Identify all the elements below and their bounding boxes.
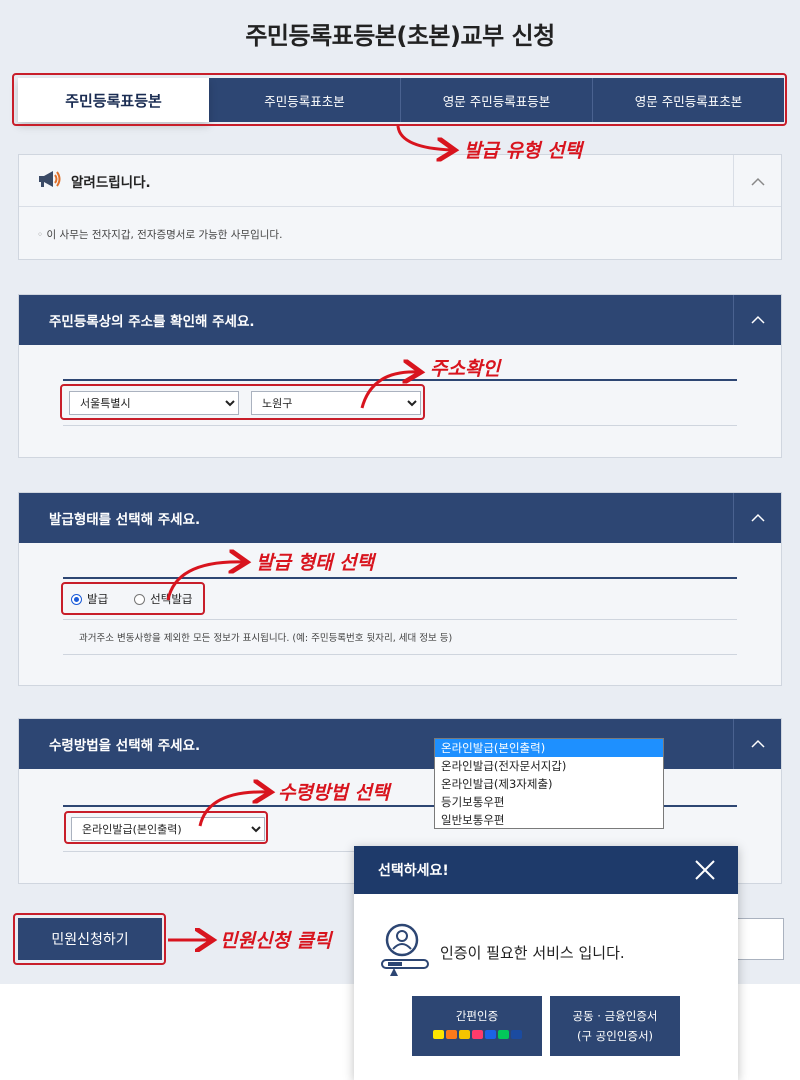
issue-type-radio-group: 발급 선택발급 [63, 579, 737, 619]
dropdown-option[interactable]: 온라인발급(제3자제출) [435, 775, 663, 793]
apply-button[interactable]: 민원신청하기 [18, 918, 162, 960]
certificate-label-line1: 공동 · 금융인증서 [572, 1009, 658, 1023]
dropdown-option[interactable]: 일반보통우편 [435, 811, 663, 829]
annotation-address-check: 주소확인 [430, 358, 500, 380]
annotation-apply-click: 민원신청 클릭 [220, 930, 332, 952]
certificate-label-line2: (구 공인인증서) [576, 1029, 654, 1043]
notice-header: 알려드립니다. [19, 155, 781, 207]
address-section: 주민등록상의 주소를 확인해 주세요. 서울특별시 노원구 [18, 294, 782, 458]
naver-icon [497, 1030, 509, 1039]
issue-type-tabs: 주민등록표등본 주민등록표초본 영문 주민등록표등본 영문 주민등록표초본 [18, 78, 784, 122]
notice-panel: 알려드립니다. ◦ 이 사무는 전자지갑, 전자증명서로 가능한 사무입니다. [18, 154, 782, 260]
certificate-auth-button[interactable]: 공동 · 금융인증서 (구 공인인증서) [550, 996, 680, 1056]
radio-checked-icon [71, 593, 82, 605]
auth-provider-icons [412, 1030, 542, 1039]
receive-method-select[interactable]: 온라인발급(본인출력) [71, 817, 265, 841]
tab-english-resident-copy[interactable]: 영문 주민등록표등본 [401, 78, 593, 122]
page-title: 주민등록표등본(초본)교부 신청 [245, 22, 555, 50]
certificate-user-icon [380, 922, 432, 986]
samsung-pass-icon [484, 1030, 496, 1039]
notice-collapse-button[interactable] [733, 155, 781, 206]
issue-type-section-title: 발급형태를 선택해 주세요. [49, 512, 201, 528]
modal-header: 선택하세요! [354, 846, 738, 894]
simple-auth-button[interactable]: 간편인증 [412, 996, 542, 1056]
close-icon[interactable] [694, 859, 716, 881]
city-select[interactable]: 서울특별시 [69, 391, 239, 415]
dropdown-option[interactable]: 온라인발급(본인출력) [435, 739, 663, 757]
annotation-issue-type: 발급 형태 선택 [256, 552, 375, 574]
issue-type-section: 발급형태를 선택해 주세요. 발급 선택발급 과거주소 변동사항을 제외한 모든… [18, 492, 782, 686]
dropdown-option[interactable]: 온라인발급(전자문서지갑) [435, 757, 663, 775]
radio-unchecked-icon [134, 593, 146, 605]
address-section-header: 주민등록상의 주소를 확인해 주세요. [19, 295, 781, 345]
receive-section-title: 수령방법을 선택해 주세요. [49, 738, 201, 754]
issue-type-section-header: 발급형태를 선택해 주세요. [19, 493, 781, 543]
payco-icon [471, 1030, 483, 1039]
modal-title: 선택하세요! [378, 863, 449, 879]
annotation-tab-select: 발급 유형 선택 [464, 140, 583, 162]
receive-method-dropdown-list: 온라인발급(본인출력) 온라인발급(전자문서지갑) 온라인발급(제3자제출) 등… [434, 738, 664, 829]
radio-selective-issue[interactable]: 선택발급 [134, 591, 193, 607]
tab-english-resident-abstract[interactable]: 영문 주민등록표초본 [593, 78, 784, 122]
annotation-receive-method: 수령방법 선택 [278, 782, 390, 804]
divider [63, 425, 737, 426]
tab-resident-abstract[interactable]: 주민등록표초본 [209, 78, 401, 122]
bullet-icon: ◦ [37, 229, 47, 241]
address-section-title: 주민등록상의 주소를 확인해 주세요. [49, 314, 255, 330]
pass-icon [445, 1030, 457, 1039]
tab-resident-copy[interactable]: 주민등록표등본 [18, 78, 209, 122]
chevron-up-icon [750, 736, 765, 752]
chevron-up-icon [750, 510, 765, 526]
issue-type-help: 과거주소 변동사항을 제외한 모든 정보가 표시됩니다. (예: 주민등록번호 … [79, 633, 453, 644]
divider [63, 654, 737, 655]
auth-modal: 선택하세요! 인증이 필요한 서비스 입니다. 간편인증 공동 · 금융인증서 [354, 846, 738, 1080]
modal-message: 인증이 필요한 서비스 입니다. [440, 944, 625, 962]
dropdown-option[interactable]: 등기보통우편 [435, 793, 663, 811]
megaphone-icon [37, 169, 61, 193]
receive-section-header: 수령방법을 선택해 주세요. [19, 719, 781, 769]
district-select[interactable]: 노원구 [251, 391, 421, 415]
address-collapse-button[interactable] [733, 295, 781, 345]
receive-collapse-button[interactable] [733, 719, 781, 769]
issue-type-collapse-button[interactable] [733, 493, 781, 543]
notice-body: ◦ 이 사무는 전자지갑, 전자증명서로 가능한 사무입니다. [19, 207, 781, 262]
chevron-up-icon [750, 312, 765, 328]
notice-title: 알려드립니다. [71, 174, 151, 191]
secondary-button[interactable] [730, 918, 784, 960]
bank-icon [510, 1030, 522, 1039]
kb-icon [458, 1030, 470, 1039]
notice-text: 이 사무는 전자지갑, 전자증명서로 가능한 사무입니다. [46, 229, 283, 241]
simple-auth-label: 간편인증 [455, 1009, 499, 1023]
radio-issue[interactable]: 발급 [71, 591, 108, 607]
chevron-up-icon [750, 171, 765, 190]
kakao-icon [432, 1030, 444, 1039]
